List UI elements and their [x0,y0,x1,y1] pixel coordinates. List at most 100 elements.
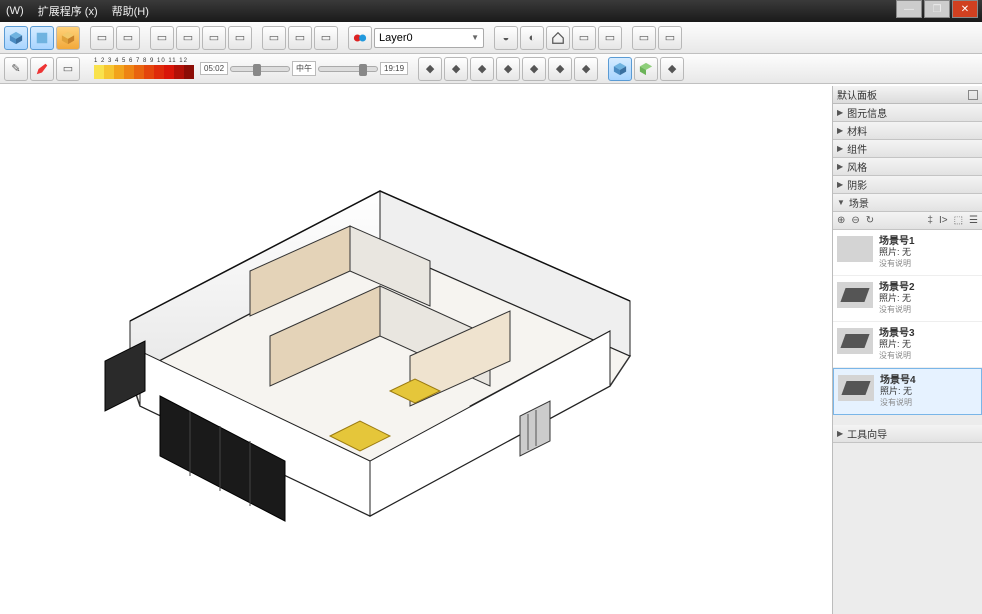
palette-swatch[interactable] [174,65,184,79]
view-btn-4[interactable]: ▭ [176,26,200,50]
menu-bar: (W) 扩展程序 (x) 帮助(H) — ❐ ✕ [0,0,982,22]
cube-icon [639,62,653,76]
menu-item[interactable]: (W) [6,5,24,17]
accordion-scenes[interactable]: ▼ 场景 [833,194,982,212]
style-btn-2[interactable]: ◆ [444,57,468,81]
nav-home-btn[interactable] [546,26,570,50]
accordion-shadows[interactable]: ▶阴影 [833,176,982,194]
palette-swatch[interactable] [134,65,144,79]
window-controls: — ❐ ✕ [896,0,978,18]
palette-swatch[interactable] [114,65,124,79]
scene-add-btn[interactable]: ⊕ [837,215,845,226]
time-display-1: 05:02 [200,62,228,75]
triangle-right-icon: ▶ [837,180,843,189]
accordion-instructor[interactable]: ▶ 工具向导 [833,425,982,443]
toolbar-secondary: ✎ ▭ 1 2 3 4 5 6 7 8 9 10 11 12 05:02 中午 … [0,54,982,84]
scene-row[interactable]: 场景号4 照片: 无 没有说明 [833,368,982,415]
nav-btn-4[interactable]: ▭ [572,26,596,50]
accordion-styles[interactable]: ▶风格 [833,158,982,176]
tool-btn-1[interactable] [4,26,28,50]
view-btn-2[interactable]: ▭ [116,26,140,50]
accordion-entity-info[interactable]: ▶图元信息 [833,104,982,122]
style-btn-3[interactable]: ◆ [470,57,494,81]
menu-item[interactable]: 扩展程序 (x) [38,3,98,19]
model-3d [50,156,670,556]
render-btn-3[interactable]: ◆ [660,57,684,81]
chevron-down-icon: ▼ [471,33,479,42]
viewport[interactable] [0,86,832,614]
triangle-down-icon: ▼ [837,198,845,207]
time-display-2: 中午 [292,61,316,76]
menu-item[interactable]: 帮助(H) [112,3,149,19]
view-btn-1[interactable]: ▭ [90,26,114,50]
view-btn-6[interactable]: ▭ [228,26,252,50]
scene-name: 场景号2 [879,282,915,293]
accordion-label: 工具向导 [847,426,887,441]
draw-btn-3[interactable]: ▭ [56,57,80,81]
draw-btn-1[interactable]: ✎ [4,57,28,81]
scene-tool-a[interactable]: ‡ [927,215,933,226]
style-btn-5[interactable]: ◆ [522,57,546,81]
pencil-icon [35,62,49,76]
palette-swatch[interactable] [104,65,114,79]
layer-icon [353,31,367,45]
scene-row[interactable]: 场景号3 照片: 无 没有说明 [833,322,982,368]
nav-btn-6[interactable]: ▭ [632,26,656,50]
scene-list: 场景号1 照片: 无 没有说明 场景号2 照片: 无 没有说明 场景号3 照片:… [833,230,982,415]
minimize-button[interactable]: — [896,0,922,18]
accordion-label: 材料 [847,123,867,138]
time-slider-2[interactable] [318,66,378,72]
view-btn-8[interactable]: ▭ [288,26,312,50]
side-panel: 默认面板 ▶图元信息 ▶ 材料 ▶组件 ▶风格 ▶阴影 ▼ 场景 ⊕ ⊖ ↻ ‡ I… [832,86,982,614]
view-btn-3[interactable]: ▭ [150,26,174,50]
palette-swatch[interactable] [94,65,104,79]
render-btn-2[interactable] [634,57,658,81]
scene-menu-btn[interactable]: ☰ [969,215,978,226]
scene-row[interactable]: 场景号1 照片: 无 没有说明 [833,230,982,276]
view-btn-7[interactable]: ▭ [262,26,286,50]
accordion-materials[interactable]: ▶ 材料 [833,122,982,140]
cube-blue-icon [613,62,627,76]
layer-color-btn[interactable] [348,26,372,50]
nav-btn-1[interactable]: ◒ [494,26,518,50]
scene-update-btn[interactable]: ↻ [866,215,874,226]
nav-btn-7[interactable]: ▭ [658,26,682,50]
scene-row[interactable]: 场景号2 照片: 无 没有说明 [833,276,982,322]
nav-btn-5[interactable]: ▭ [598,26,622,50]
layer-select[interactable]: Layer0 ▼ [374,28,484,48]
accordion-label: 场景 [849,195,869,210]
palette-swatch[interactable] [164,65,174,79]
panel-header[interactable]: 默认面板 [833,86,982,104]
palette-swatch[interactable] [184,65,194,79]
panel-toggle-icon[interactable] [968,90,978,100]
style-btn-7[interactable]: ◆ [574,57,598,81]
triangle-right-icon: ▶ [837,429,843,438]
slider-knob[interactable] [253,64,261,76]
slider-knob[interactable] [359,64,367,76]
palette-swatch[interactable] [154,65,164,79]
scene-photo: 照片: 无 [879,247,915,258]
view-btn-9[interactable]: ▭ [314,26,338,50]
tool-btn-3[interactable] [56,26,80,50]
close-button[interactable]: ✕ [952,0,978,18]
style-btn-1[interactable]: ◆ [418,57,442,81]
scene-note: 没有说明 [880,397,916,408]
view-btn-5[interactable]: ▭ [202,26,226,50]
layer-select-value: Layer0 [379,32,413,44]
scene-remove-btn[interactable]: ⊖ [851,215,859,226]
triangle-right-icon: ▶ [837,126,843,135]
scene-name: 场景号3 [879,328,915,339]
nav-btn-2[interactable]: ◐ [520,26,544,50]
palette-swatch[interactable] [144,65,154,79]
tool-btn-2[interactable] [30,26,54,50]
style-btn-4[interactable]: ◆ [496,57,520,81]
palette-swatch[interactable] [124,65,134,79]
style-btn-6[interactable]: ◆ [548,57,572,81]
scene-tool-c[interactable]: ⬚ [954,215,963,226]
time-slider-1[interactable] [230,66,290,72]
accordion-components[interactable]: ▶组件 [833,140,982,158]
draw-btn-2[interactable] [30,57,54,81]
render-btn-1[interactable] [608,57,632,81]
maximize-button[interactable]: ❐ [924,0,950,18]
scene-tool-b[interactable]: I> [939,215,948,226]
